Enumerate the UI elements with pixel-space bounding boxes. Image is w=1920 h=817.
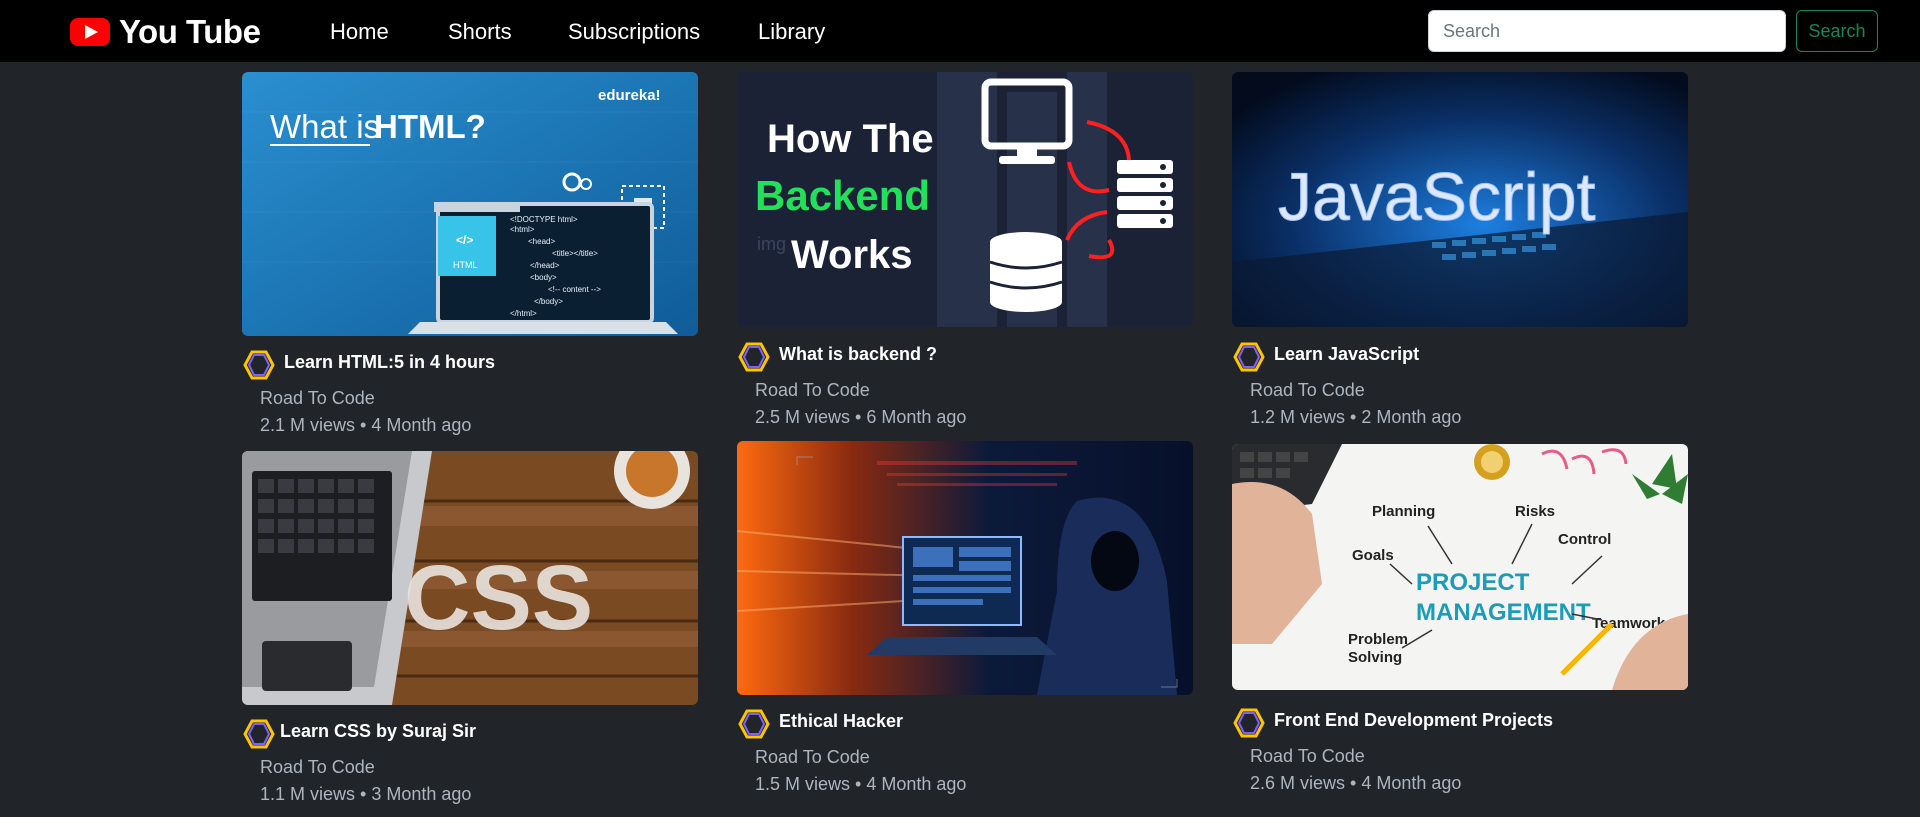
thumb-file-label: HTML xyxy=(453,260,478,270)
video-title[interactable]: Learn CSS by Suraj Sir xyxy=(280,721,476,742)
channel-name[interactable]: Road To Code xyxy=(1250,380,1365,401)
channel-avatar-icon[interactable] xyxy=(737,707,771,741)
nav-subscriptions[interactable]: Subscriptions xyxy=(568,19,700,45)
thumb-brand: edureka! xyxy=(598,87,661,104)
video-stats: 2.5 M views • 6 Month ago xyxy=(755,407,967,427)
video-thumbnail[interactable]: JavaScript xyxy=(1232,72,1688,327)
svg-text:<!-- content -->: <!-- content --> xyxy=(548,285,601,294)
search-button[interactable]: Search xyxy=(1796,10,1878,52)
brand-name: You Tube xyxy=(119,13,261,50)
thumb-text: JavaScript xyxy=(1278,159,1596,235)
svg-text:</>: </> xyxy=(456,233,473,247)
thumb-heading-bold: HTML? xyxy=(374,108,486,145)
svg-text:<html>: <html> xyxy=(510,225,535,234)
top-navbar: You Tube Home Shorts Subscriptions Libra… xyxy=(0,0,1920,62)
svg-text:<title></title>: <title></title> xyxy=(552,249,598,258)
channel-avatar-icon[interactable] xyxy=(1232,706,1266,740)
video-thumbnail[interactable]: How The Backend Works img xyxy=(737,72,1193,327)
channel-avatar-icon[interactable] xyxy=(242,348,276,382)
video-stats: 1.2 M views • 2 Month ago xyxy=(1250,407,1462,427)
thumb-label-solving: Solving xyxy=(1348,649,1402,666)
thumb-line3: Works xyxy=(791,233,913,277)
svg-text:</body>: </body> xyxy=(534,297,563,306)
channel-name[interactable]: Road To Code xyxy=(755,747,870,768)
thumb-label-goals: Goals xyxy=(1352,547,1394,564)
thumb-line2: Backend xyxy=(755,172,930,219)
svg-text:<head>: <head> xyxy=(528,237,555,246)
thumb-label-risks: Risks xyxy=(1515,503,1555,520)
thumb-heading-plain: What is xyxy=(270,108,380,145)
thumb-line1: How The xyxy=(767,117,934,161)
channel-name[interactable]: Road To Code xyxy=(1250,746,1365,767)
video-thumbnail[interactable]: Planning Risks Goals Control Teamwork Pr… xyxy=(1232,444,1688,690)
svg-text:<body>: <body> xyxy=(530,273,557,282)
svg-text:</html>: </html> xyxy=(510,309,537,318)
channel-avatar-icon[interactable] xyxy=(1232,340,1266,374)
search-input[interactable] xyxy=(1428,10,1786,52)
video-title[interactable]: What is backend ? xyxy=(779,344,937,365)
svg-text:</head>: </head> xyxy=(530,261,560,270)
channel-name[interactable]: Road To Code xyxy=(260,757,375,778)
video-stats: 1.1 M views • 3 Month ago xyxy=(260,784,472,804)
video-stats: 2.6 M views • 4 Month ago xyxy=(1250,773,1462,793)
video-title[interactable]: Learn JavaScript xyxy=(1274,344,1419,365)
video-stats: 2.1 M views • 4 Month ago xyxy=(260,415,472,435)
thumb-label-problem: Problem xyxy=(1348,631,1408,648)
thumb-label-planning: Planning xyxy=(1372,503,1435,520)
thumb-text: CSS xyxy=(404,547,593,649)
channel-name[interactable]: Road To Code xyxy=(260,388,375,409)
nav-home[interactable]: Home xyxy=(330,19,389,45)
nav-shorts[interactable]: Shorts xyxy=(448,19,512,45)
thumb-line1: PROJECT xyxy=(1416,569,1530,596)
channel-name[interactable]: Road To Code xyxy=(755,380,870,401)
video-title[interactable]: Ethical Hacker xyxy=(779,711,903,732)
video-thumbnail[interactable]: What is HTML? edureka! </> HTML <!DOCTYP… xyxy=(242,72,698,336)
thumb-label-control: Control xyxy=(1558,531,1611,548)
youtube-logo-icon xyxy=(70,18,110,46)
video-title[interactable]: Learn HTML:5 in 4 hours xyxy=(284,352,495,373)
video-title[interactable]: Front End Development Projects xyxy=(1274,710,1553,731)
channel-avatar-icon[interactable] xyxy=(737,340,771,374)
video-thumbnail[interactable] xyxy=(737,441,1193,695)
thumb-line2: MANAGEMENT xyxy=(1416,599,1591,626)
brand-link[interactable]: You Tube xyxy=(70,13,261,50)
nav-library[interactable]: Library xyxy=(758,19,825,45)
video-stats: 1.5 M views • 4 Month ago xyxy=(755,774,967,794)
channel-avatar-icon[interactable] xyxy=(242,717,276,751)
svg-text:<!DOCTYPE html>: <!DOCTYPE html> xyxy=(510,215,578,224)
thumb-watermark: img xyxy=(757,234,786,254)
video-thumbnail[interactable]: CSS xyxy=(242,451,698,705)
